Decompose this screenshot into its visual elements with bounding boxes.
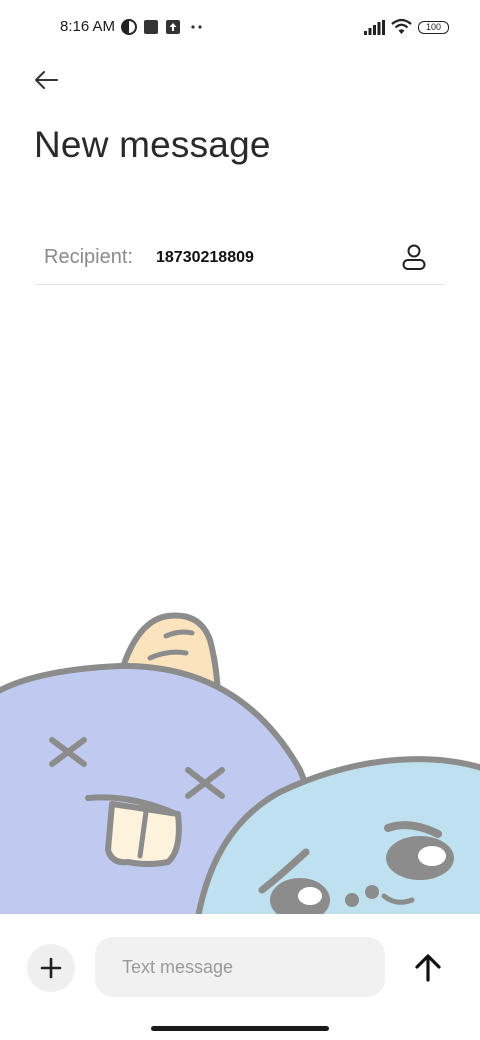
recipient-field[interactable]: Recipient: 18730218809	[36, 232, 444, 285]
back-button[interactable]	[28, 64, 64, 96]
status-bar: 8:16 AM 100	[0, 0, 480, 56]
add-attachment-button[interactable]	[27, 944, 75, 992]
composer-bar	[0, 914, 480, 1040]
message-input[interactable]	[95, 937, 385, 997]
recipient-number[interactable]: 18730218809	[156, 249, 254, 267]
battery-level: 100	[425, 22, 442, 32]
page-title: New message	[34, 124, 271, 165]
signal-icon	[364, 20, 385, 35]
arrow-up-icon	[415, 954, 441, 982]
status-time: 8:16 AM	[60, 18, 116, 35]
battery-icon: 100	[418, 21, 449, 34]
recipient-label: Recipient:	[44, 246, 133, 268]
plus-icon	[40, 957, 62, 979]
app-square-icon	[144, 20, 158, 34]
arrow-left-icon	[35, 71, 58, 89]
upload-icon	[166, 20, 180, 34]
contacts-button[interactable]	[398, 242, 430, 272]
vpn-half-circle-icon	[121, 19, 137, 35]
more-dots-icon	[191, 25, 202, 29]
home-indicator[interactable]	[151, 1026, 329, 1031]
send-button[interactable]	[409, 948, 447, 986]
wifi-icon	[391, 18, 412, 34]
monster-wallpaper-illustration	[0, 612, 480, 916]
person-icon	[402, 244, 426, 270]
